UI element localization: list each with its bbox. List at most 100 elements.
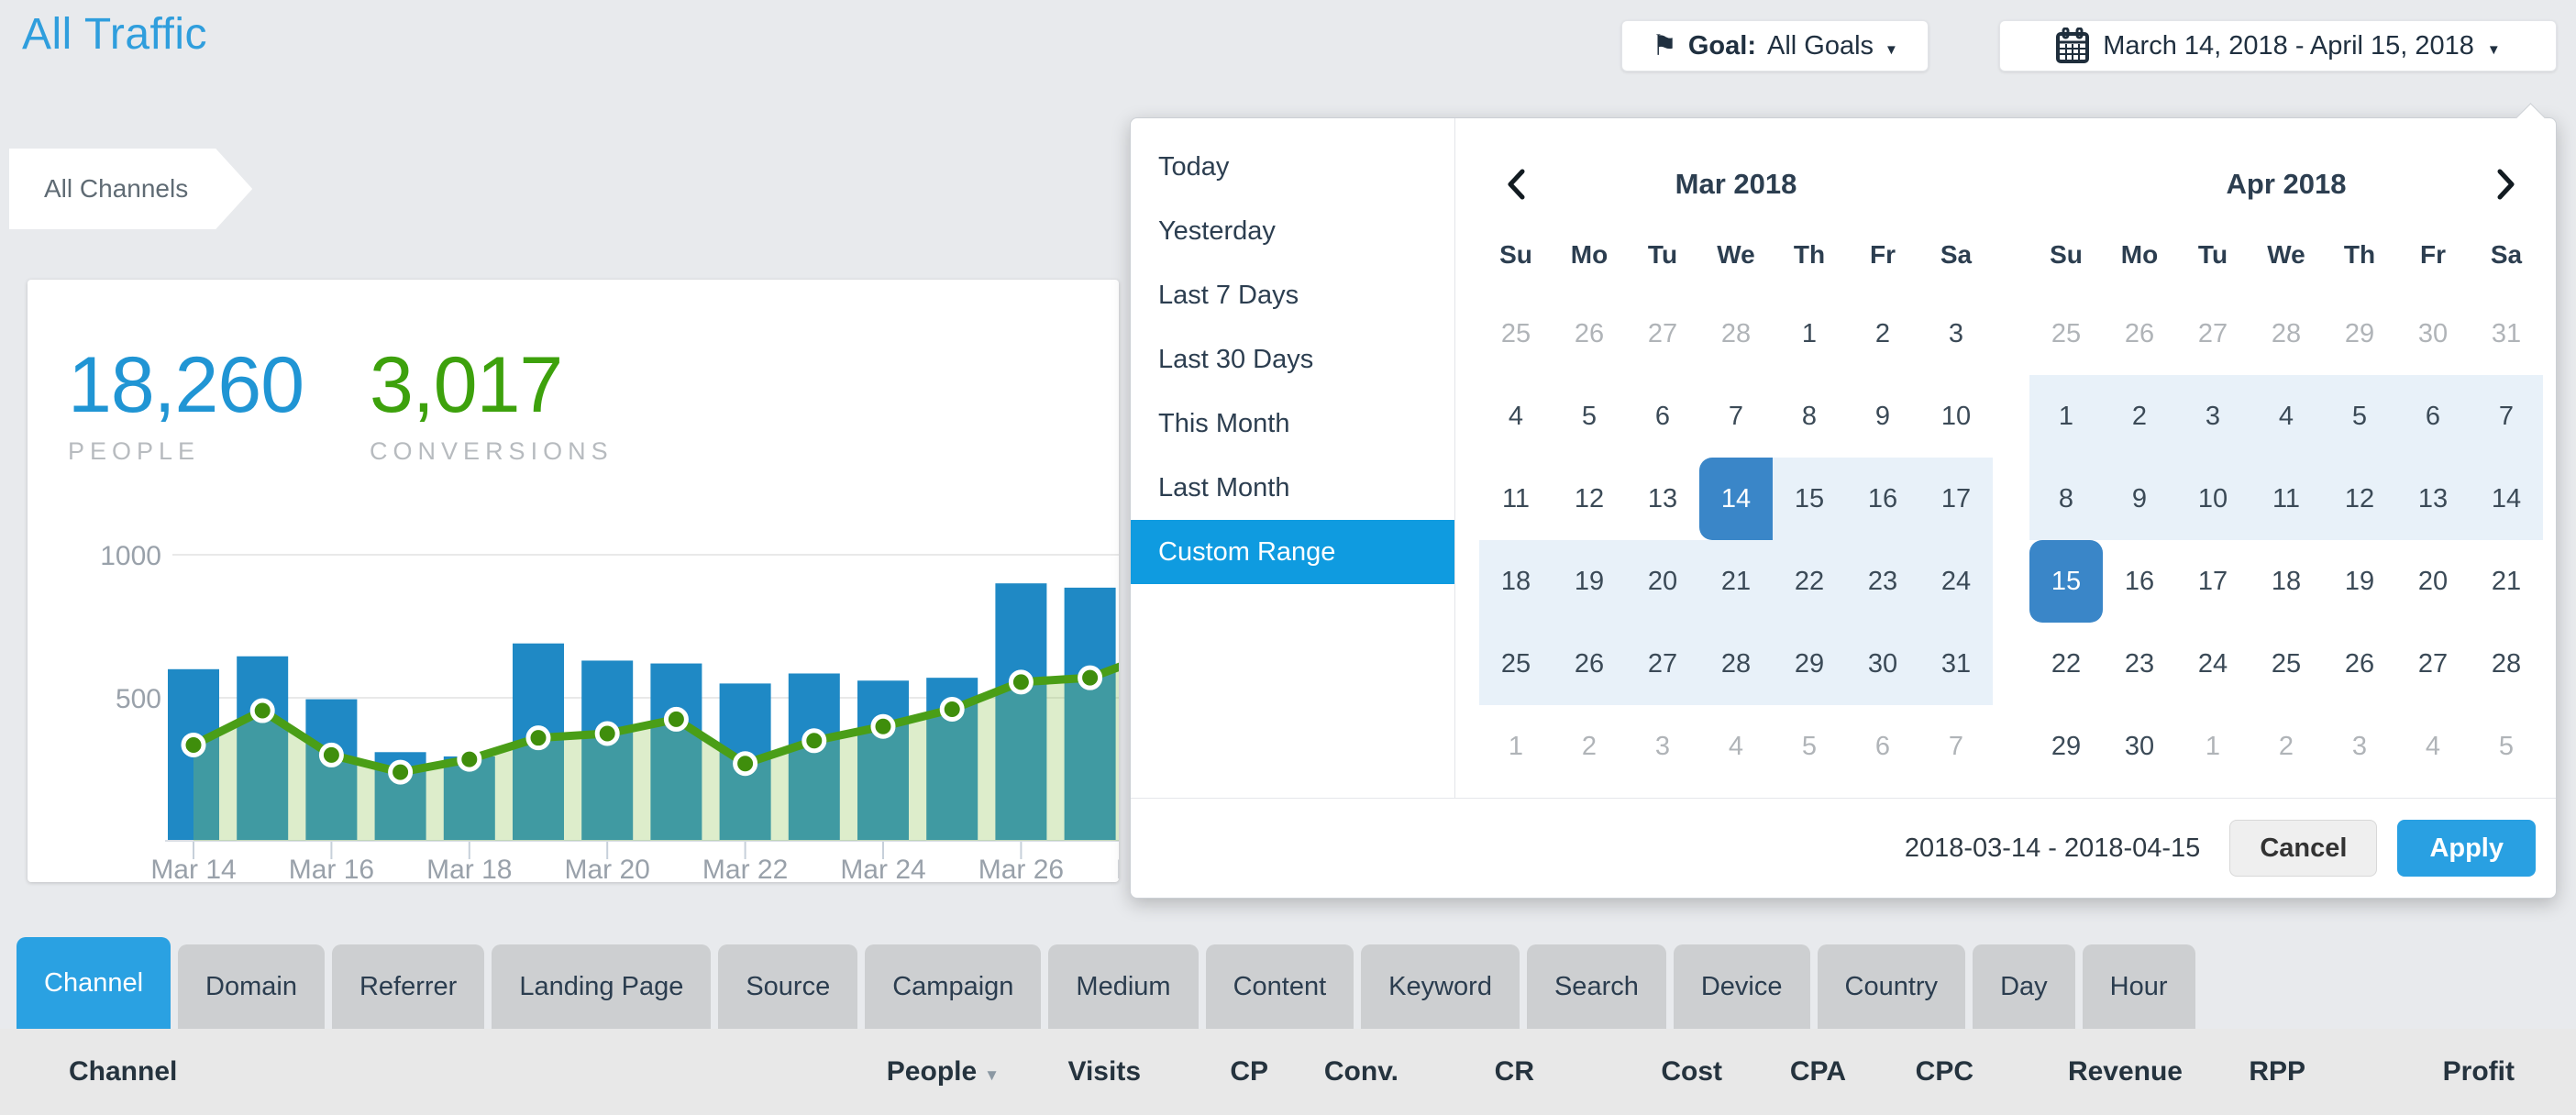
day-cell-4[interactable]: 4 [1479,375,1553,458]
day-cell-4[interactable]: 4 [2396,705,2470,788]
column-header-cpc[interactable]: CPC [1846,1056,1973,1087]
day-cell-29[interactable]: 29 [2323,293,2396,375]
day-cell-9[interactable]: 9 [1846,375,1919,458]
day-cell-29[interactable]: 29 [2029,705,2103,788]
day-cell-16[interactable]: 16 [2103,540,2176,623]
column-header-cr[interactable]: CR [1399,1056,1534,1087]
day-cell-23[interactable]: 23 [1846,540,1919,623]
date-range-button[interactable]: March 14, 2018 - April 15, 2018 [1999,20,2557,72]
day-cell-28[interactable]: 28 [1699,293,1773,375]
day-cell-25[interactable]: 25 [1479,293,1553,375]
day-cell-25[interactable]: 25 [2029,293,2103,375]
day-cell-1[interactable]: 1 [1773,293,1846,375]
day-cell-22[interactable]: 22 [2029,623,2103,705]
day-cell-26[interactable]: 26 [2323,623,2396,705]
preset-yesterday[interactable]: Yesterday [1131,199,1454,263]
column-header-revenue[interactable]: Revenue [1973,1056,2183,1087]
day-cell-5[interactable]: 5 [2323,375,2396,458]
day-cell-31[interactable]: 31 [2470,293,2543,375]
day-cell-18[interactable]: 18 [2250,540,2323,623]
day-cell-26[interactable]: 26 [1553,293,1626,375]
column-header-cpa[interactable]: CPA [1722,1056,1846,1087]
tab-keyword[interactable]: Keyword [1361,944,1520,1029]
chevron-right-icon[interactable] [2470,151,2543,217]
day-cell-3[interactable]: 3 [1626,705,1699,788]
tab-channel[interactable]: Channel [17,937,171,1029]
day-cell-9[interactable]: 9 [2103,458,2176,540]
column-header-people[interactable]: People [798,1056,1000,1087]
day-cell-7[interactable]: 7 [1699,375,1773,458]
day-cell-11[interactable]: 11 [2250,458,2323,540]
day-cell-20[interactable]: 20 [2396,540,2470,623]
day-cell-10[interactable]: 10 [1919,375,1993,458]
day-cell-25[interactable]: 25 [2250,623,2323,705]
column-header-cp[interactable]: CP [1141,1056,1268,1087]
day-cell-26[interactable]: 26 [2103,293,2176,375]
day-cell-17[interactable]: 17 [1919,458,1993,540]
day-cell-30[interactable]: 30 [1846,623,1919,705]
day-cell-18[interactable]: 18 [1479,540,1553,623]
day-cell-8[interactable]: 8 [1773,375,1846,458]
preset-this-month[interactable]: This Month [1131,392,1454,456]
breadcrumb-all-channels[interactable]: All Channels [9,149,252,229]
day-cell-24[interactable]: 24 [2176,623,2250,705]
day-cell-17[interactable]: 17 [2176,540,2250,623]
day-cell-10[interactable]: 10 [2176,458,2250,540]
day-cell-27[interactable]: 27 [2396,623,2470,705]
tab-country[interactable]: Country [1818,944,1966,1029]
tab-hour[interactable]: Hour [2083,944,2195,1029]
column-header-channel[interactable]: Channel [69,1056,798,1087]
day-cell-16[interactable]: 16 [1846,458,1919,540]
preset-last-month[interactable]: Last Month [1131,456,1454,520]
day-cell-6[interactable]: 6 [2396,375,2470,458]
day-cell-28[interactable]: 28 [2250,293,2323,375]
day-cell-28[interactable]: 28 [2470,623,2543,705]
day-cell-25[interactable]: 25 [1479,623,1553,705]
day-cell-15[interactable]: 15 [1773,458,1846,540]
apply-button[interactable]: Apply [2397,820,2536,877]
tab-source[interactable]: Source [718,944,857,1029]
day-cell-22[interactable]: 22 [1773,540,1846,623]
day-cell-27[interactable]: 27 [1626,293,1699,375]
day-cell-4[interactable]: 4 [1699,705,1773,788]
day-cell-5[interactable]: 5 [1553,375,1626,458]
day-cell-29[interactable]: 29 [1773,623,1846,705]
day-cell-13[interactable]: 13 [1626,458,1699,540]
preset-last-30-days[interactable]: Last 30 Days [1131,327,1454,392]
day-cell-3[interactable]: 3 [1919,293,1993,375]
day-cell-4[interactable]: 4 [2250,375,2323,458]
day-cell-19[interactable]: 19 [2323,540,2396,623]
day-cell-11[interactable]: 11 [1479,458,1553,540]
day-cell-24[interactable]: 24 [1919,540,1993,623]
goal-selector-button[interactable]: Goal: All Goals [1621,20,1929,72]
day-cell-12[interactable]: 12 [1553,458,1626,540]
day-cell-6[interactable]: 6 [1626,375,1699,458]
day-cell-2[interactable]: 2 [1846,293,1919,375]
day-cell-21[interactable]: 21 [2470,540,2543,623]
tab-content[interactable]: Content [1206,944,1354,1029]
day-cell-6[interactable]: 6 [1846,705,1919,788]
preset-custom-range[interactable]: Custom Range [1131,520,1454,584]
day-cell-20[interactable]: 20 [1626,540,1699,623]
day-cell-27[interactable]: 27 [2176,293,2250,375]
day-cell-30[interactable]: 30 [2396,293,2470,375]
column-header-rpp[interactable]: RPP [2183,1056,2305,1087]
day-cell-15[interactable]: 15 [2029,540,2103,623]
tab-campaign[interactable]: Campaign [865,944,1041,1029]
preset-today[interactable]: Today [1131,135,1454,199]
tab-medium[interactable]: Medium [1048,944,1198,1029]
tab-day[interactable]: Day [1973,944,2075,1029]
day-cell-2[interactable]: 2 [2250,705,2323,788]
day-cell-1[interactable]: 1 [1479,705,1553,788]
column-header-conv[interactable]: Conv. [1268,1056,1399,1087]
tab-domain[interactable]: Domain [178,944,325,1029]
day-cell-2[interactable]: 2 [2103,375,2176,458]
day-cell-8[interactable]: 8 [2029,458,2103,540]
preset-last-7-days[interactable]: Last 7 Days [1131,263,1454,327]
day-cell-1[interactable]: 1 [2029,375,2103,458]
day-cell-7[interactable]: 7 [2470,375,2543,458]
day-cell-5[interactable]: 5 [2470,705,2543,788]
day-cell-3[interactable]: 3 [2323,705,2396,788]
day-cell-31[interactable]: 31 [1919,623,1993,705]
chevron-left-icon[interactable] [1479,151,1553,217]
